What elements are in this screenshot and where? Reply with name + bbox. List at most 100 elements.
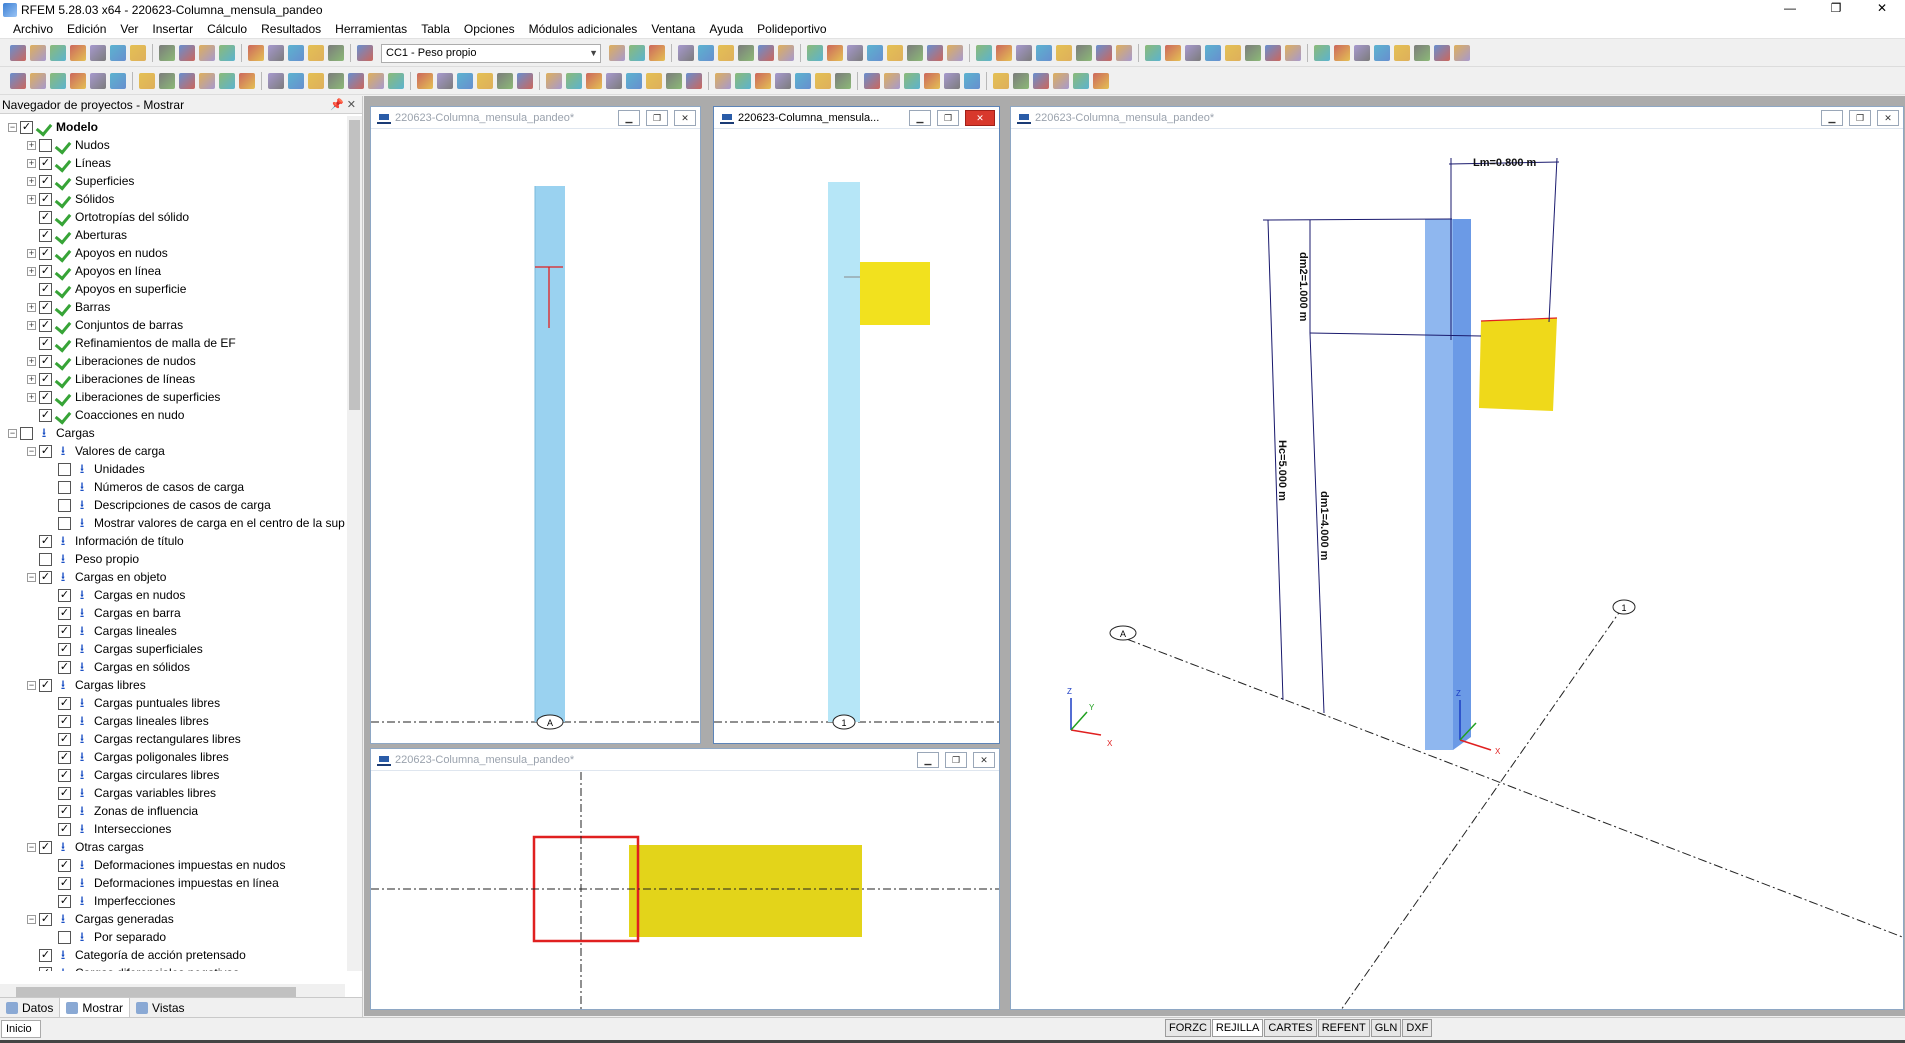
tree-checkbox[interactable]	[58, 930, 71, 944]
tree-item[interactable]: ✓ ⭳ Cargas superficiales	[46, 640, 203, 658]
status-toggle-forzc[interactable]: FORZC	[1165, 1019, 1211, 1037]
toolbar-tool-icon[interactable]	[1265, 45, 1281, 61]
toolbar-tool-icon[interactable]	[219, 45, 235, 61]
toolbar-tool-icon[interactable]	[288, 73, 304, 89]
menu-item-herramientas[interactable]: Herramientas	[328, 19, 414, 39]
toolbar-tool-icon[interactable]	[1093, 73, 1109, 89]
toolbar-tool-icon[interactable]	[715, 73, 731, 89]
tree-item[interactable]: ✓ ⭳ Cargas en barra	[46, 604, 181, 622]
toolbar-tool-icon[interactable]	[1414, 45, 1430, 61]
tree-checkbox[interactable]: ✓	[39, 966, 52, 971]
toolbar-tool-icon[interactable]	[1225, 45, 1241, 61]
expand-icon[interactable]: +	[27, 320, 36, 330]
tree-item[interactable]: − ✓ ⭳ Otras cargas	[27, 838, 144, 856]
toolbar-tool-icon[interactable]	[328, 45, 344, 61]
view-window-3d[interactable]: 220623-Columna_mensula_pandeo* ▁ ❐ ✕ A 1	[1010, 106, 1904, 1010]
tree-checkbox[interactable]: ✓	[58, 750, 71, 764]
toolbar-tool-icon[interactable]	[497, 73, 513, 89]
tree-item[interactable]: ✓ ⭳ Cargas lineales libres	[46, 712, 209, 730]
side-view-canvas[interactable]: 1	[714, 130, 1000, 744]
tree-checkbox[interactable]	[39, 138, 52, 152]
menu-item-edición[interactable]: Edición	[60, 19, 113, 39]
tree-checkbox[interactable]: ✓	[58, 696, 71, 710]
toolbar-tool-icon[interactable]	[70, 73, 86, 89]
tree-checkbox[interactable]: ✓	[58, 714, 71, 728]
toolbar-tool-icon[interactable]	[199, 73, 215, 89]
tree-checkbox[interactable]: ✓	[58, 804, 71, 818]
tree-checkbox[interactable]: ✓	[39, 282, 52, 296]
tree-checkbox[interactable]: ✓	[39, 390, 52, 404]
tree-checkbox[interactable]: ✓	[39, 444, 52, 458]
3d-view-canvas[interactable]: A 1 Lm=0.800 m dm2=1.000 m Hc=5.000 m dm…	[1011, 130, 1904, 1010]
toolbar-tool-icon[interactable]	[847, 45, 863, 61]
view-window-plan[interactable]: 220623-Columna_mensula_pandeo* ▁ ❐ ✕	[370, 748, 1000, 1010]
tree-checkbox[interactable]	[58, 498, 71, 512]
window-titlebar[interactable]: 220623-Columna_mensula_pandeo* ▁ ❐ ✕	[1011, 107, 1903, 129]
tree-checkbox[interactable]: ✓	[39, 678, 52, 692]
tree-item[interactable]: ✓ Refinamientos de malla de EF	[27, 334, 236, 352]
tree-item[interactable]: − ✓ ⭳ Valores de carga	[27, 442, 165, 460]
toolbar-tool-icon[interactable]	[1056, 45, 1072, 61]
tree-checkbox[interactable]: ✓	[39, 408, 52, 422]
navigator-tab-mostrar[interactable]: Mostrar	[59, 998, 131, 1017]
toolbar-tool-icon[interactable]	[10, 73, 26, 89]
tree-item[interactable]: ✓ ⭳ Cargas lineales	[46, 622, 177, 640]
tree-item[interactable]: ✓ ⭳ Cargas rectangulares libres	[46, 730, 241, 748]
tree-item[interactable]: ✓ ⭳ Deformaciones impuestas en nudos	[46, 856, 285, 874]
tree-checkbox[interactable]: ✓	[39, 156, 52, 170]
expand-icon[interactable]: +	[27, 302, 36, 312]
toolbar-tool-icon[interactable]	[775, 73, 791, 89]
status-toggle-gln[interactable]: GLN	[1370, 1019, 1402, 1037]
tree-checkbox[interactable]: ✓	[39, 840, 52, 854]
tree-item[interactable]: ✓ ⭳ Cargas puntuales libres	[46, 694, 220, 712]
toolbar-tool-icon[interactable]	[268, 45, 284, 61]
window-close-button[interactable]: ✕	[674, 110, 696, 126]
tree-item[interactable]: ✓ ⭳ Deformaciones impuestas en línea	[46, 874, 279, 892]
toolbar-tool-icon[interactable]	[606, 73, 622, 89]
restore-button[interactable]: ❐	[1813, 0, 1859, 19]
toolbar-tool-icon[interactable]	[30, 73, 46, 89]
toolbar-tool-icon[interactable]	[268, 73, 284, 89]
tree-checkbox[interactable]: ✓	[58, 642, 71, 656]
toolbar-tool-icon[interactable]	[70, 45, 86, 61]
toolbar-tool-icon[interactable]	[778, 45, 794, 61]
toolbar-tool-icon[interactable]	[646, 73, 662, 89]
toolbar-tool-icon[interactable]	[1076, 45, 1092, 61]
tree-checkbox[interactable]: ✓	[39, 228, 52, 242]
window-maximize-button[interactable]: ❐	[1849, 110, 1871, 126]
toolbar-tool-icon[interactable]	[239, 73, 255, 89]
expand-icon[interactable]: +	[27, 374, 36, 384]
toolbar-tool-icon[interactable]	[807, 45, 823, 61]
toolbar-tool-icon[interactable]	[1374, 45, 1390, 61]
tree-checkbox[interactable]: ✓	[39, 264, 52, 278]
tree-checkbox[interactable]: ✓	[39, 210, 52, 224]
tree-checkbox[interactable]	[58, 462, 71, 476]
menu-item-opciones[interactable]: Opciones	[457, 19, 522, 39]
load-case-combo[interactable]: CC1 - Peso propio ▼	[381, 43, 601, 63]
toolbar-tool-icon[interactable]	[884, 73, 900, 89]
tree-item[interactable]: ✓ ⭳ Cargas en sólidos	[46, 658, 190, 676]
toolbar-tool-icon[interactable]	[1096, 45, 1112, 61]
tree-checkbox[interactable]: ✓	[39, 912, 52, 926]
tree-item[interactable]: + ✓ Apoyos en línea	[27, 262, 161, 280]
tree-item[interactable]: ✓ ⭳ Cargas circulares libres	[46, 766, 219, 784]
window-titlebar[interactable]: 220623-Columna_mensula_pandeo* ▁ ❐ ✕	[371, 107, 700, 129]
toolbar-tool-icon[interactable]	[1013, 73, 1029, 89]
tree-checkbox[interactable]: ✓	[58, 786, 71, 800]
toolbar-tool-icon[interactable]	[867, 45, 883, 61]
plan-view-canvas[interactable]	[371, 772, 1000, 1010]
window-minimize-button[interactable]: ▁	[618, 110, 640, 126]
toolbar-tool-icon[interactable]	[993, 73, 1009, 89]
minimize-button[interactable]: —	[1767, 0, 1813, 19]
tree-checkbox[interactable]: ✓	[39, 246, 52, 260]
toolbar-tool-icon[interactable]	[904, 73, 920, 89]
toolbar-tool-icon[interactable]	[698, 45, 714, 61]
menu-item-polideportivo[interactable]: Polideportivo	[750, 19, 833, 39]
tree-checkbox[interactable]: ✓	[39, 372, 52, 386]
vertical-scrollbar[interactable]	[347, 116, 362, 971]
tree-item[interactable]: ✓ ⭳ Cargas variables libres	[46, 784, 216, 802]
tree-item[interactable]: ✓ ⭳ Intersecciones	[46, 820, 171, 838]
tree-checkbox[interactable]: ✓	[58, 732, 71, 746]
toolbar-tool-icon[interactable]	[609, 45, 625, 61]
tree-item[interactable]: ✓ Coacciones en nudo	[27, 406, 184, 424]
